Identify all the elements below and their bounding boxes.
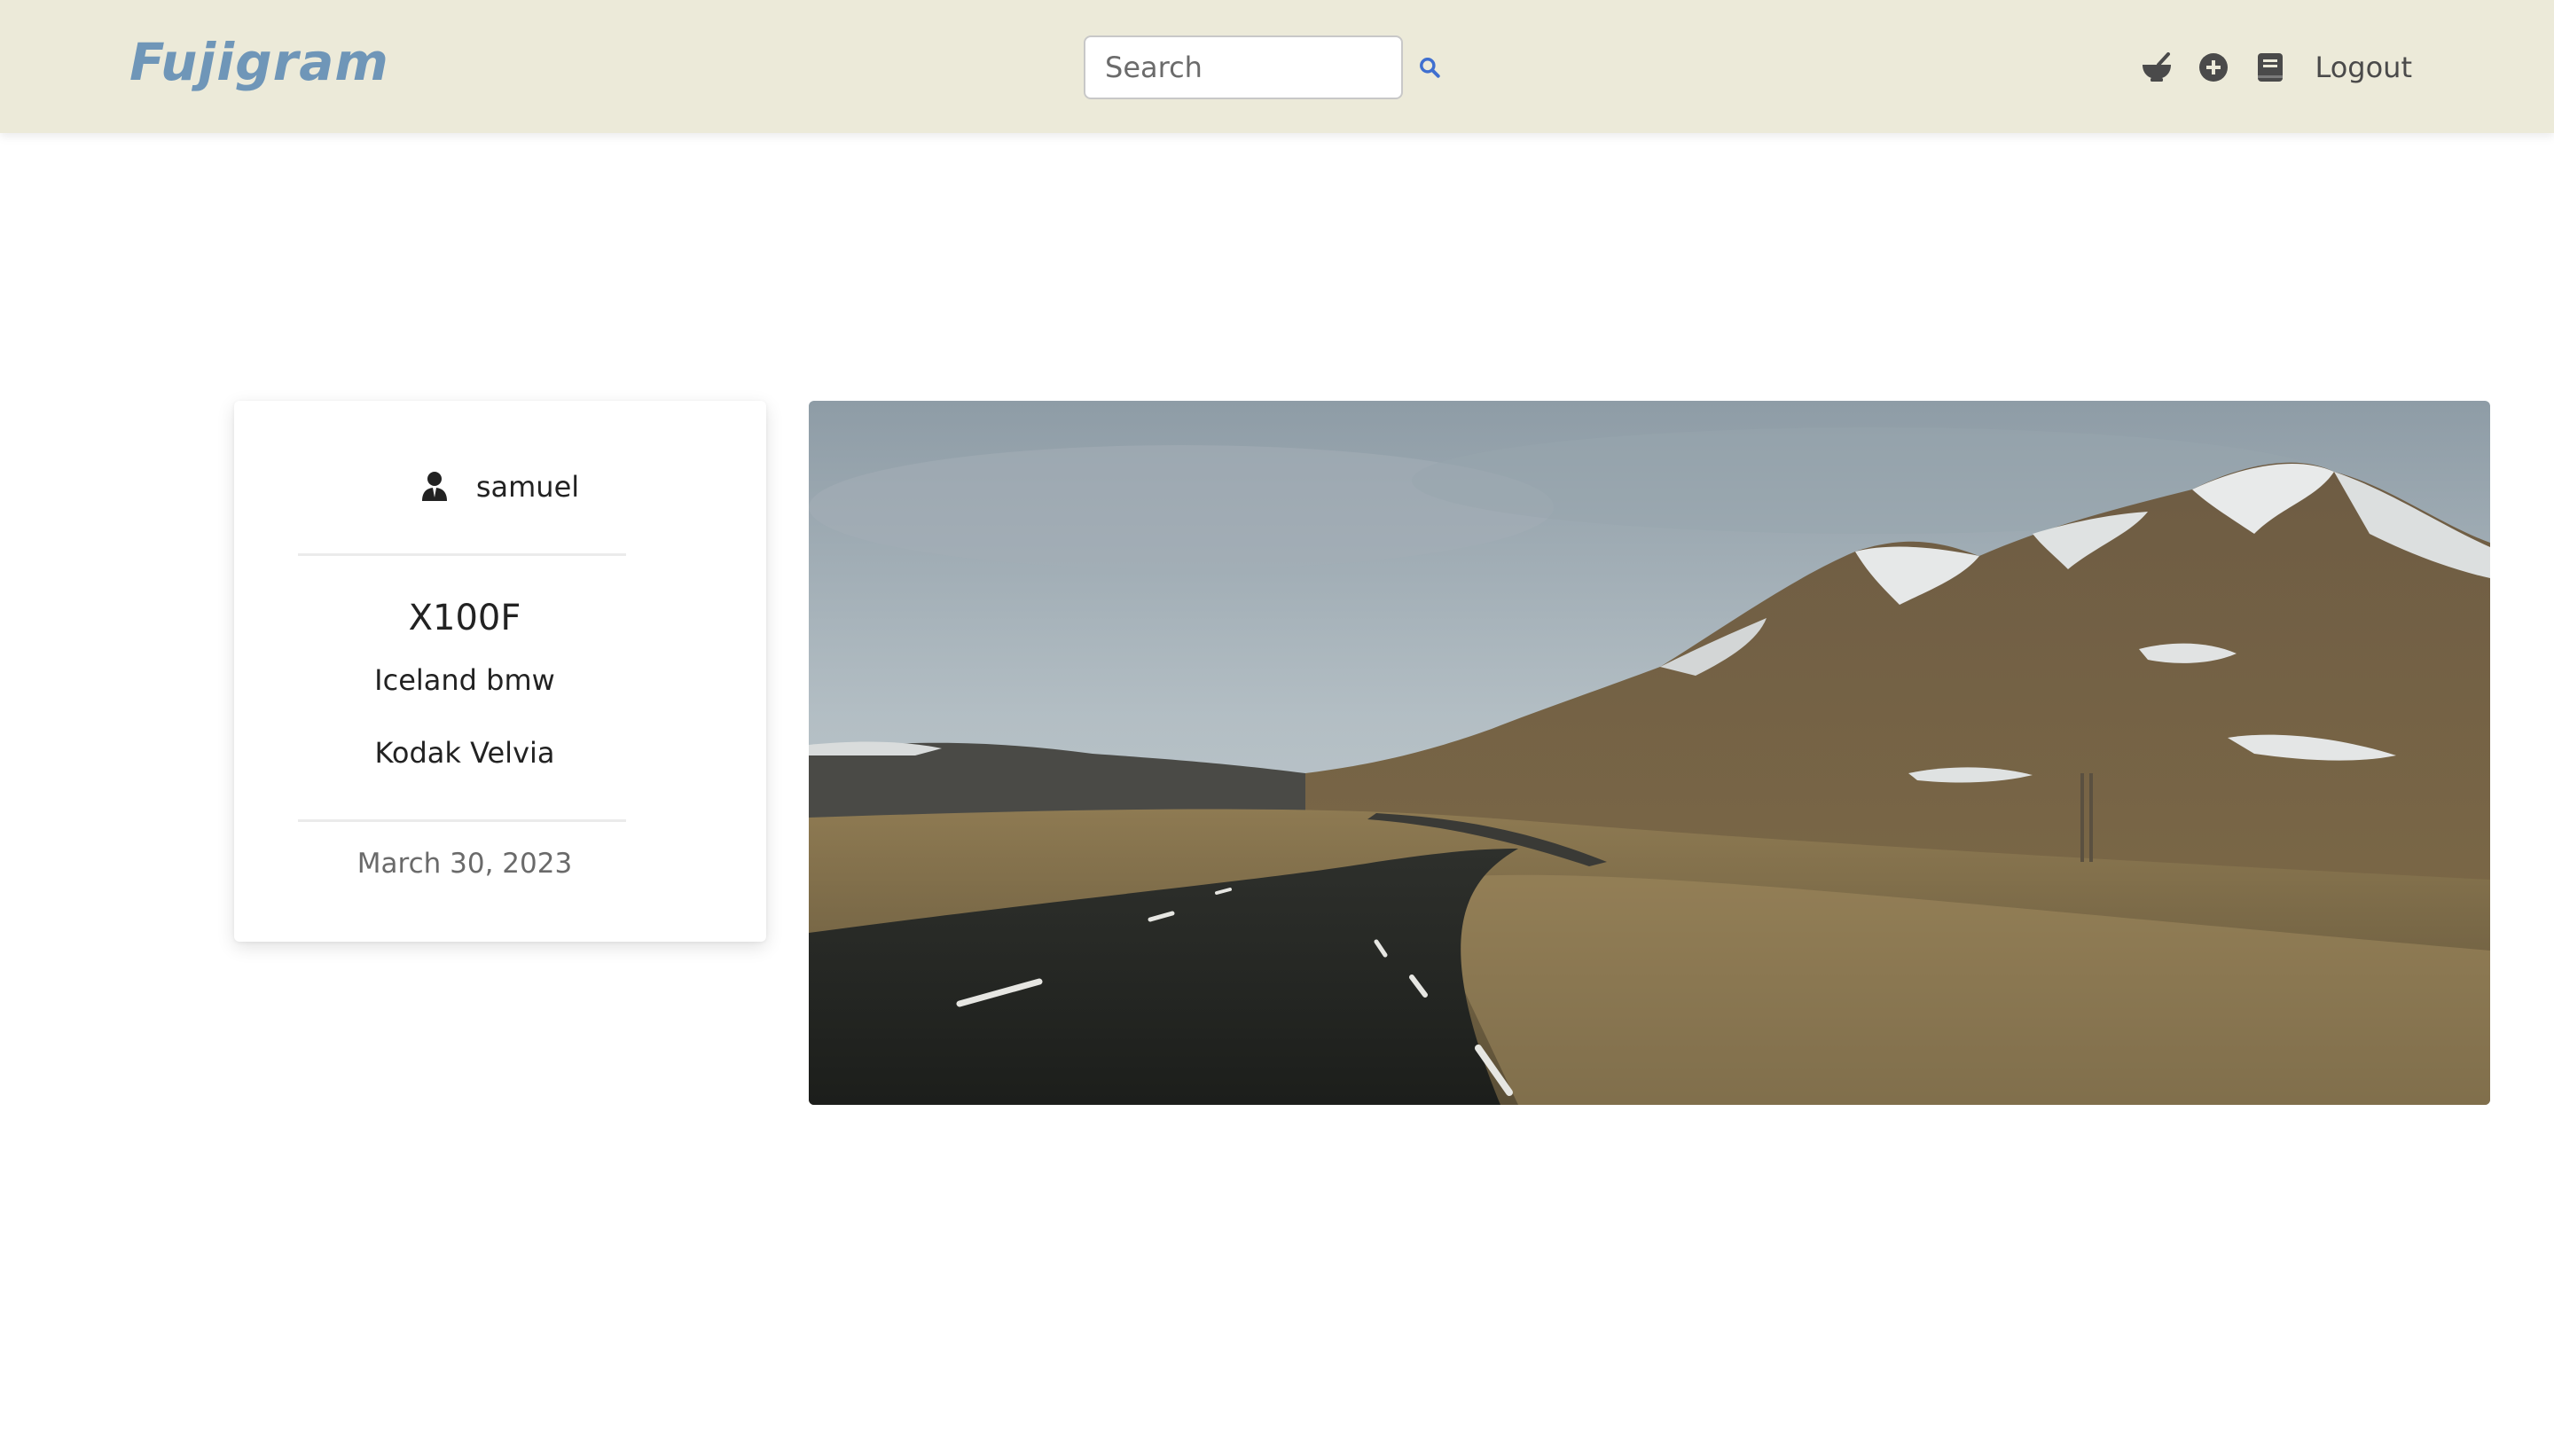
book-icon[interactable]	[2252, 50, 2288, 85]
divider	[298, 553, 626, 556]
post-info-card: samuel X100F Iceland bmw Kodak Velvia Ma…	[234, 401, 766, 942]
camera-model: X100F	[408, 598, 521, 638]
post-date: March 30, 2023	[356, 848, 573, 880]
post-author[interactable]: samuel	[234, 470, 766, 504]
post-photo	[809, 401, 2490, 1105]
search-icon[interactable]	[1415, 53, 1444, 82]
search-form	[1084, 35, 1444, 99]
username: samuel	[475, 470, 580, 504]
divider	[298, 819, 626, 822]
nav-actions: Logout	[2139, 35, 2412, 99]
film-simulation: Kodak Velvia	[374, 736, 555, 770]
brand-logo[interactable]: Fujigram	[129, 32, 389, 92]
mortar-bowl-icon[interactable]	[2139, 50, 2174, 85]
search-input[interactable]	[1084, 35, 1403, 99]
post-title: Iceland bmw	[374, 663, 555, 697]
plus-circle-icon[interactable]	[2196, 50, 2231, 85]
logout-link[interactable]: Logout	[2315, 51, 2412, 84]
user-icon	[421, 471, 451, 503]
navbar: Fujigram Search Logout	[0, 0, 2554, 133]
